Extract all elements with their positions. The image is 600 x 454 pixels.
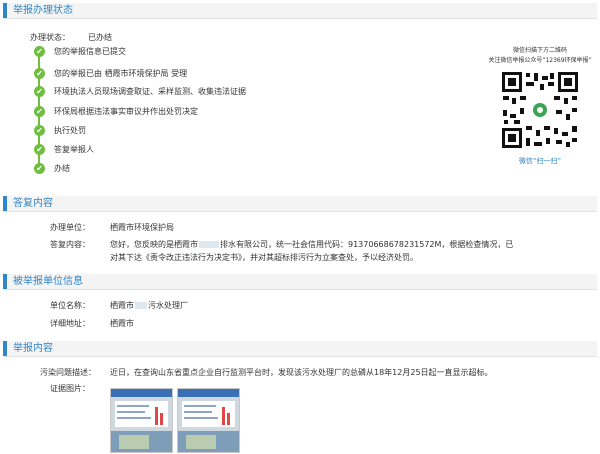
check-icon: ✔	[34, 68, 45, 79]
qr-caption-scan: 微信扫描下方二维码	[512, 47, 567, 54]
step-label: 您的举报信息已提交	[54, 47, 126, 56]
section-header-content: 举报内容	[3, 341, 597, 357]
step-label: 办结	[54, 164, 70, 173]
section-accent-bar	[3, 196, 7, 211]
qr-code-image	[500, 70, 580, 150]
reply-text-part: 您好，您反映的是栖霞市	[110, 240, 198, 249]
section-header-reply: 答复内容	[3, 196, 597, 212]
issue-description: 近日，在查询山东省重点企业自行监测平台时，发现该污水处理厂的总磷从18年12月2…	[110, 368, 493, 377]
step-label: 您的举报已由 栖霞市环境保护局 受理	[54, 69, 188, 78]
target-address-label: 详细地址：	[50, 319, 90, 328]
check-icon: ✔	[34, 144, 45, 155]
section-accent-bar	[3, 274, 7, 289]
evidence-image-thumbnail[interactable]	[177, 388, 240, 453]
step-label: 执行处罚	[54, 126, 86, 135]
check-icon: ✔	[34, 46, 45, 57]
section-title: 答复内容	[13, 198, 53, 209]
section-header-target: 被举报单位信息	[3, 274, 597, 290]
target-name-part: 污水处理厂	[148, 301, 188, 310]
reply-text-part: 排水有限公司，统一社会信用代码：913706686782315​72M，根据检查…	[220, 240, 514, 249]
section-title: 举报办理状态	[13, 5, 73, 16]
status-label: 办理状态：	[30, 33, 70, 42]
reply-unit-value: 栖霞市环境保护局	[110, 223, 174, 232]
reply-unit-label: 办理单位：	[50, 223, 90, 232]
qr-caption-follow: 关注微信举报公众号“12369环保举报”	[488, 57, 592, 64]
redacted-text	[199, 241, 219, 248]
section-title: 被举报单位信息	[13, 276, 83, 287]
section-header-status: 举报办理状态	[3, 3, 597, 19]
target-name-label: 单位名称：	[50, 301, 90, 310]
check-icon: ✔	[34, 86, 45, 97]
section-title: 举报内容	[13, 343, 53, 354]
redacted-text	[135, 302, 147, 309]
check-icon: ✔	[34, 163, 45, 174]
reply-content-label: 答复内容：	[50, 240, 90, 249]
target-name-part: 栖霞市	[110, 301, 134, 310]
target-address-value: 栖霞市	[110, 319, 134, 328]
section-accent-bar	[3, 341, 7, 356]
section-accent-bar	[3, 3, 7, 18]
reply-content-line1: 您好，您反映的是栖霞市 排水有限公司，统一社会信用代码：9137066867823…	[110, 239, 513, 250]
issue-label: 污染问题描述：	[40, 368, 96, 377]
evidence-label: 证据图片：	[50, 384, 90, 393]
evidence-image-thumbnail[interactable]	[110, 388, 173, 453]
qr-caption-wechat-scan: 微信“扫一扫”	[518, 157, 562, 165]
step-label: 环保局根据违法事实审议并作出处罚决定	[54, 107, 198, 116]
target-name-value: 栖霞市 污水处理厂	[110, 300, 188, 311]
step-label: 答复举报人	[54, 145, 94, 154]
check-icon: ✔	[34, 125, 45, 136]
status-value: 已办结	[88, 33, 112, 42]
reply-content-line2: 对其下达《责令改正违法行为决定书》，并对其超标排污行为立案查处，予以经济处罚。	[110, 253, 418, 262]
check-icon: ✔	[34, 106, 45, 117]
step-label: 环境执法人员现场调查取证、采样监测、收集违法证据	[54, 87, 246, 96]
